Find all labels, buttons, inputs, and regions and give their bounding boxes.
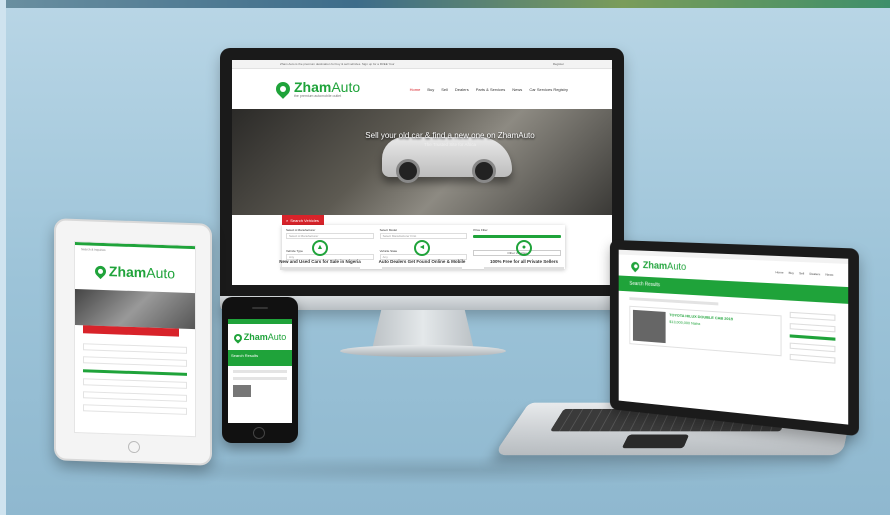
nav-news[interactable]: News — [512, 87, 522, 92]
filter-field[interactable] — [789, 342, 836, 353]
price-range-slider[interactable] — [473, 235, 561, 238]
tablet-logo[interactable]: ZhamAuto — [75, 263, 195, 281]
topbar-message: Zham Auto is the premium destination for… — [280, 62, 395, 66]
tablet-screen: Search & Inquiries ZhamAuto — [74, 240, 196, 438]
background-left-edge — [0, 0, 6, 515]
search-icon: ⌕ — [286, 217, 289, 223]
laptop-logo[interactable]: ZhamAuto — [629, 259, 686, 273]
desktop-topbar: Zham Auto is the premium destination for… — [232, 60, 612, 69]
laptop-nav: Home Buy Sell Dealers News — [775, 270, 834, 277]
tablet-device: Search & Inquiries ZhamAuto — [54, 218, 212, 466]
phone-device: ZhamAuto Search Results — [222, 297, 298, 443]
laptop-results-list: TOYOTA HILUX DOUBLE CAB 2015 $13,000,000… — [629, 297, 782, 359]
vehicle-type-select[interactable]: Any — [286, 253, 374, 260]
phone-search-banner: Search Results — [228, 350, 292, 366]
hero-title: Sell your old car & find a new one on Zh… — [365, 131, 535, 140]
search-form: Select A Manufacturer Select A Manufactu… — [282, 225, 565, 269]
hero-banner: Sell your old car & find a new one on Zh… — [232, 109, 612, 215]
laptop-filter-sidebar — [789, 307, 836, 364]
model-field: Select Model Select Manufacturer First — [379, 228, 468, 246]
phone-top-bar — [228, 319, 292, 324]
monitor-stand-neck — [372, 310, 474, 348]
other-vehicles-field: Other Vehicles — [473, 249, 561, 267]
tablet-field[interactable] — [83, 356, 187, 367]
phone-screen: ZhamAuto Search Results — [228, 319, 292, 423]
filter-field[interactable] — [789, 323, 836, 333]
search-vehicles-tab[interactable]: ⌕ Search Vehicles — [282, 215, 324, 225]
location-pin-icon — [629, 259, 641, 272]
tablet-field[interactable] — [83, 391, 187, 402]
nav-registry[interactable]: Car Services Registry — [529, 87, 568, 92]
phone-speaker — [252, 307, 268, 309]
nav-home[interactable]: Home — [410, 87, 421, 92]
laptop-screen: ZhamAuto Home Buy Sell Dealers News Sear… — [618, 249, 849, 425]
listing-image — [632, 309, 666, 344]
phone-home-button[interactable] — [253, 427, 265, 439]
filter-price-slider[interactable] — [789, 334, 836, 341]
hero-subtitle: The Trusted Site for Africa — [423, 142, 477, 147]
topbar-register-link[interactable]: Register — [553, 62, 564, 66]
desktop-monitor: Zham Auto is the premium destination for… — [220, 48, 624, 310]
nav-buy[interactable]: Buy — [427, 87, 434, 92]
vehicle-state-field: Vehicle State Any — [379, 249, 468, 267]
location-pin-icon — [92, 263, 109, 279]
desktop-screen: Zham Auto is the premium destination for… — [232, 60, 612, 285]
filter-field[interactable] — [789, 353, 836, 364]
filter-field[interactable] — [789, 311, 836, 321]
listing-card[interactable]: TOYOTA HILUX DOUBLE CAB 2015 $13,000,000… — [629, 305, 782, 357]
price-field: Price Filter — [473, 228, 561, 246]
tablet-search-form — [75, 333, 195, 419]
main-nav: Home Buy Sell Dealers Parts & Services N… — [410, 87, 568, 92]
tablet-hero-image — [75, 288, 195, 330]
phone-logo[interactable]: ZhamAuto — [228, 331, 292, 344]
manufacturer-field: Select A Manufacturer Select A Manufactu… — [286, 228, 374, 246]
tablet-price-slider[interactable] — [83, 369, 187, 376]
other-vehicles-button[interactable]: Other Vehicles — [473, 249, 561, 256]
desktop-header: ZhamAuto the premium automobile outlet H… — [232, 69, 612, 109]
nav-parts[interactable]: Parts & Services — [476, 87, 506, 92]
nav-sell[interactable]: Sell — [441, 87, 448, 92]
vehicle-type-field: Vehicle Type Any — [286, 249, 374, 267]
tablet-field[interactable] — [83, 343, 187, 354]
nav-dealers[interactable]: Dealers — [455, 87, 469, 92]
monitor-stand-base — [340, 345, 506, 357]
location-pin-icon — [232, 331, 244, 344]
tablet-field[interactable] — [83, 404, 187, 415]
location-pin-icon — [273, 79, 293, 99]
phone-listing-thumb[interactable] — [233, 385, 251, 397]
site-logo[interactable]: ZhamAuto the premium automobile outlet — [273, 79, 361, 99]
model-select[interactable]: Select Manufacturer First — [379, 233, 468, 239]
laptop-results-body: TOYOTA HILUX DOUBLE CAB 2015 $13,000,000… — [619, 291, 849, 371]
tablet-home-button[interactable] — [128, 440, 140, 454]
laptop-trackpad — [621, 434, 690, 449]
vehicle-state-select[interactable]: Any — [379, 253, 468, 260]
logo-wordmark: ZhamAuto — [294, 79, 361, 95]
manufacturer-select[interactable]: Select A Manufacturer — [286, 233, 374, 239]
background-top-strip — [0, 0, 890, 8]
tablet-field[interactable] — [83, 378, 187, 389]
laptop-lid: ZhamAuto Home Buy Sell Dealers News Sear… — [609, 239, 859, 437]
